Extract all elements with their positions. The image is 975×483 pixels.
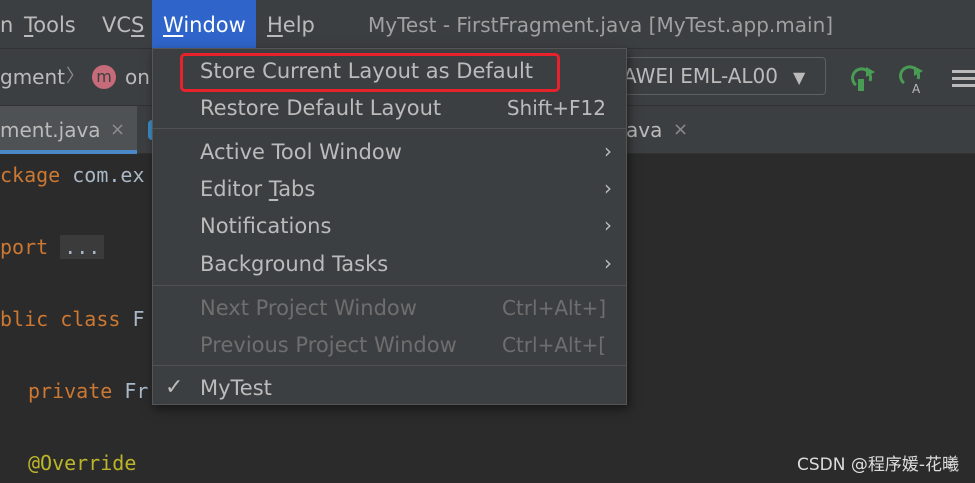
menu-item-next-project-window: Next Project Window Ctrl+Alt+] [153, 289, 626, 326]
apply-code-changes-icon[interactable]: A [898, 63, 928, 95]
code-fold-marker[interactable]: ... [60, 235, 105, 259]
menu-window-mnemonic: W [163, 13, 184, 37]
tab-firstfragment[interactable]: ment.java × [0, 106, 137, 154]
menu-item-notifications[interactable]: Notifications › [153, 207, 626, 244]
menu-separator [153, 128, 626, 129]
menu-vcs-rest: VC [102, 13, 132, 37]
menu-item-background-tasks[interactable]: Background Tasks › [153, 245, 626, 282]
device-name: AWEI EML-AL00 [623, 64, 778, 88]
highlight-box [180, 53, 560, 92]
menu-item-label-pre: Editor [200, 177, 269, 201]
menu-item-label: MyTest [200, 376, 272, 400]
menu-item-label: Restore Default Layout [200, 96, 442, 120]
menu-partial-label: n [0, 13, 14, 37]
code-line-field: private Fr [28, 377, 148, 405]
menu-item-restore-layout[interactable]: Restore Default Layout Shift+F12 [153, 89, 626, 126]
code-keyword: port [0, 235, 49, 259]
code-text: Fr [112, 379, 149, 403]
code-line-class: blic class F [0, 305, 145, 333]
code-keyword: private [28, 379, 113, 403]
code-annotation: @Override [28, 451, 137, 475]
menu-item-active-tool-window[interactable]: Active Tool Window › [153, 133, 626, 170]
method-icon: m [92, 65, 116, 89]
menu-item-label-post: abs [278, 177, 316, 201]
tab-label-other[interactable]: ava [626, 106, 662, 154]
structure-icon[interactable] [950, 67, 975, 91]
code-line-annotation: @Override [28, 449, 136, 477]
code-text: F [120, 307, 145, 331]
menu-help[interactable]: Help [267, 0, 315, 48]
chevron-right-icon: › [604, 251, 612, 275]
menu-bar: n Tools VCS Window Help MyTest - FirstFr… [0, 0, 975, 48]
menu-item-label: Editor Tabs [200, 170, 315, 208]
window-title: MyTest - FirstFragment.java [MyTest.app.… [368, 13, 834, 37]
menu-partial[interactable]: n [0, 0, 14, 48]
menu-tools-mnemonic: T [24, 13, 34, 37]
menu-window[interactable]: Window [152, 0, 256, 48]
menu-vcs[interactable]: VCS [102, 0, 144, 48]
chevron-right-icon: › [604, 139, 612, 163]
apply-changes-restart-icon[interactable] [848, 63, 878, 93]
menu-tools[interactable]: Tools [24, 0, 76, 48]
menu-separator [153, 285, 626, 286]
menu-item-shortcut: Shift+F12 [506, 96, 606, 120]
menu-item-label: Active Tool Window [200, 140, 402, 164]
menu-item-shortcut: Ctrl+Alt+] [502, 296, 606, 320]
svg-text:A: A [912, 82, 921, 95]
chevron-right-icon: › [604, 213, 612, 237]
menu-item-label: Notifications [200, 214, 332, 238]
menu-item-editor-tabs[interactable]: Editor Tabs › [153, 170, 626, 207]
menu-item-label: Next Project Window [200, 296, 417, 320]
menu-item-label: Background Tasks [200, 252, 389, 276]
code-keyword: ckage [0, 163, 61, 187]
menu-tools-rest: ools [33, 13, 76, 37]
close-icon[interactable]: × [110, 106, 125, 154]
chevron-right-icon: › [604, 176, 612, 200]
menu-item-mnemonic: T [268, 177, 279, 201]
tab-label: ment.java [0, 118, 101, 142]
close-icon[interactable]: × [673, 106, 688, 154]
menu-vcs-mnemonic: S [131, 13, 145, 37]
menu-window-rest: indow [183, 13, 246, 37]
breadcrumb-class[interactable]: gment [0, 49, 65, 105]
menu-item-previous-project-window: Previous Project Window Ctrl+Alt+[ [153, 326, 626, 363]
breadcrumb-method[interactable]: on [125, 49, 150, 105]
code-line-import: port ... [0, 233, 105, 261]
menu-item-label: Previous Project Window [200, 333, 457, 357]
code-text: com.ex [60, 163, 145, 187]
breadcrumb-separator: 〉 [66, 66, 84, 87]
chevron-down-icon: ▼ [793, 68, 806, 87]
menu-help-rest: elp [282, 13, 315, 37]
code-keyword: blic class [0, 307, 121, 331]
menu-help-mnemonic: H [267, 13, 283, 37]
watermark: CSDN @程序媛-花曦 [796, 455, 959, 475]
checkmark-icon: ✓ [165, 375, 184, 400]
device-selector[interactable]: AWEI EML-AL00 ▼ [612, 57, 826, 95]
code-line-package: ckage com.ex [0, 161, 145, 189]
menu-item-mytest[interactable]: ✓ MyTest [153, 369, 626, 406]
menu-item-shortcut: Ctrl+Alt+[ [502, 333, 606, 357]
window-menu-dropdown: Store Current Layout as Default Restore … [152, 48, 627, 405]
menu-separator [153, 365, 626, 366]
